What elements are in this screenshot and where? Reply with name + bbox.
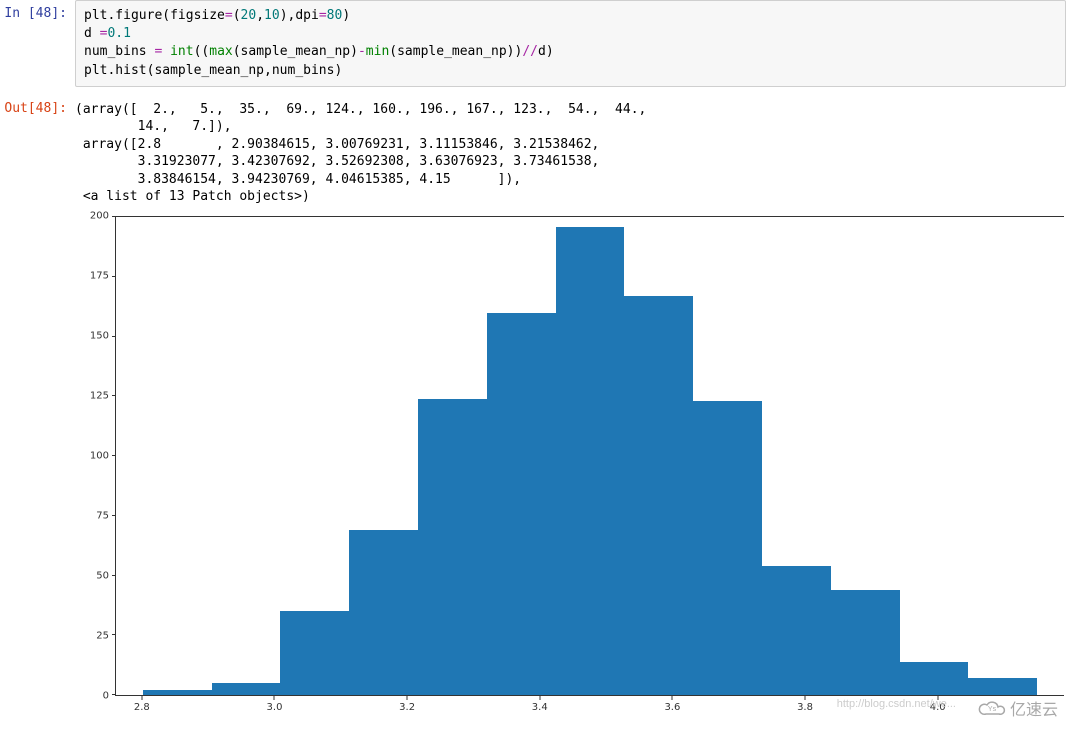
histogram-bar bbox=[487, 313, 556, 695]
input-cell: In [48]: plt.figure(figsize=(20,10),dpi=… bbox=[0, 0, 1066, 87]
x-tick-label: 3.0 bbox=[267, 702, 283, 713]
histogram-bar bbox=[280, 611, 349, 695]
y-tick-mark bbox=[112, 515, 116, 516]
histogram-bar bbox=[831, 590, 900, 695]
y-tick-mark bbox=[112, 276, 116, 277]
x-tick-mark bbox=[805, 696, 806, 700]
y-tick-mark bbox=[112, 575, 116, 576]
histogram-bar bbox=[556, 227, 625, 695]
x-tick-mark bbox=[539, 696, 540, 700]
y-tick-mark bbox=[112, 455, 116, 456]
x-tick-mark bbox=[672, 696, 673, 700]
histogram-bar bbox=[693, 401, 762, 695]
out-prompt: Out[48]: bbox=[0, 95, 75, 116]
y-tick-label: 75 bbox=[96, 511, 109, 522]
y-tick-label: 200 bbox=[90, 211, 109, 222]
y-tick-label: 50 bbox=[96, 571, 109, 582]
histogram-bar bbox=[968, 678, 1037, 695]
bars-container bbox=[116, 217, 1064, 695]
cloud-icon: Ys bbox=[978, 699, 1006, 717]
y-tick-mark bbox=[112, 216, 116, 217]
y-tick-label: 0 bbox=[103, 691, 109, 702]
y-tick-label: 25 bbox=[96, 631, 109, 642]
y-tick-mark bbox=[112, 336, 116, 337]
y-tick-label: 175 bbox=[90, 271, 109, 282]
x-tick-label: 3.8 bbox=[797, 702, 813, 713]
histogram-bar bbox=[349, 530, 418, 695]
histogram-chart: 0 25 50 75 100 125 150 175 200 2.8 3.0 3.2 3.4 3.6 3.… bbox=[75, 206, 1066, 726]
y-tick-label: 150 bbox=[90, 331, 109, 342]
code-editor[interactable]: plt.figure(figsize=(20,10),dpi=80) d =0.… bbox=[75, 0, 1066, 87]
x-tick-label: 3.2 bbox=[399, 702, 415, 713]
histogram-bar bbox=[143, 690, 212, 695]
x-tick-label: 2.8 bbox=[134, 702, 150, 713]
histogram-bar bbox=[212, 683, 281, 695]
histogram-bar bbox=[624, 296, 693, 695]
histogram-bar bbox=[418, 399, 487, 695]
x-tick-mark bbox=[274, 696, 275, 700]
in-prompt: In [48]: bbox=[0, 0, 75, 21]
url-watermark: http://blog.csdn.net/we... bbox=[837, 698, 956, 710]
y-tick-mark bbox=[112, 694, 116, 695]
y-tick-mark bbox=[112, 634, 116, 635]
x-tick-mark bbox=[141, 696, 142, 700]
brand-text: 亿速云 bbox=[1010, 696, 1058, 720]
y-tick-mark bbox=[112, 395, 116, 396]
histogram-bar bbox=[900, 662, 969, 695]
x-tick-label: 3.4 bbox=[532, 702, 548, 713]
plot-area bbox=[115, 216, 1064, 696]
x-tick-mark bbox=[407, 696, 408, 700]
brand-watermark: Ys 亿速云 bbox=[978, 696, 1058, 720]
histogram-bar bbox=[762, 566, 831, 695]
y-tick-label: 100 bbox=[90, 451, 109, 462]
output-cell: Out[48]: (array([ 2., 5., 35., 69., 124.… bbox=[0, 95, 1066, 206]
x-tick-label: 3.6 bbox=[664, 702, 680, 713]
output-text: (array([ 2., 5., 35., 69., 124., 160., 1… bbox=[75, 95, 1066, 206]
svg-text:Ys: Ys bbox=[988, 706, 997, 713]
y-tick-label: 125 bbox=[90, 391, 109, 402]
y-axis-ticks: 0255075100125150175200 bbox=[75, 216, 115, 696]
